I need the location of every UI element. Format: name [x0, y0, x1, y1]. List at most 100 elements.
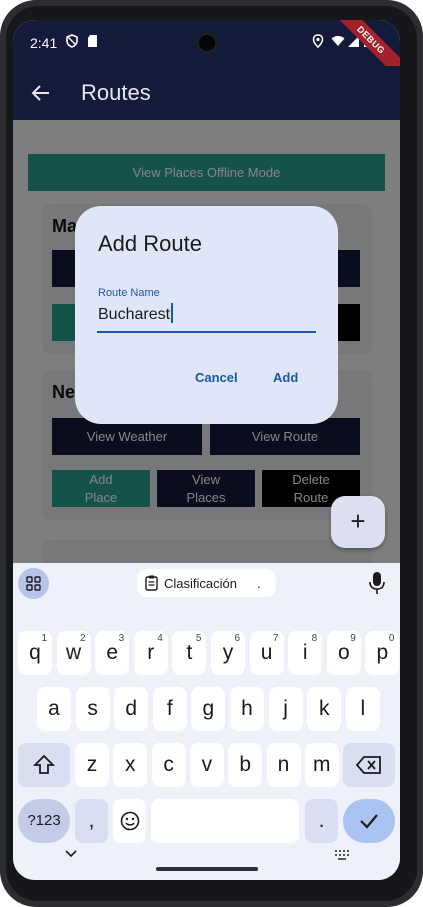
emoji-key[interactable]	[113, 799, 146, 843]
route-name-value: Bucharest	[98, 306, 171, 323]
key-j[interactable]: j	[268, 687, 303, 731]
key-g[interactable]: g	[191, 687, 226, 731]
key-l[interactable]: l	[345, 687, 380, 731]
key-t[interactable]: t5	[172, 631, 207, 675]
dialog-title: Add Route	[98, 231, 202, 256]
key-hint: 3	[118, 633, 125, 644]
key-label: f	[166, 697, 173, 720]
suggestion-chip[interactable]: Clasificación .	[137, 569, 276, 597]
key-label: z	[86, 753, 98, 776]
key-s[interactable]: s	[75, 687, 110, 731]
suggestion-extra: .	[257, 576, 261, 591]
apps-grid-icon[interactable]	[18, 568, 49, 599]
wifi-icon	[331, 36, 345, 46]
enter-key[interactable]	[343, 799, 395, 843]
key-label: y	[222, 641, 234, 664]
key-b[interactable]: b	[228, 743, 263, 787]
front-camera	[196, 32, 218, 54]
keyboard-switch-icon[interactable]	[334, 849, 350, 861]
add-route-dialog: Add Route Route Name Bucharest Cancel Ad…	[75, 206, 338, 424]
key-y[interactable]: y6	[211, 631, 245, 675]
key-d[interactable]: d	[114, 687, 149, 731]
key-hint: 5	[195, 633, 202, 644]
shield-icon	[66, 34, 78, 48]
location-icon	[312, 34, 324, 48]
backspace-key[interactable]	[343, 743, 395, 787]
keyboard-toolbar: Clasificación .	[13, 563, 400, 603]
key-hint: 8	[311, 633, 318, 644]
key-q[interactable]: q1	[18, 631, 52, 675]
route-name-label: Route Name	[98, 287, 160, 299]
app-bar: Routes	[13, 66, 400, 120]
key-label: o	[337, 641, 350, 664]
key-k[interactable]: k	[307, 687, 342, 731]
key-f[interactable]: f	[152, 687, 187, 731]
status-bar: 2:41 DEBUG	[13, 20, 400, 85]
key-i[interactable]: i8	[288, 631, 323, 675]
key-z[interactable]: z	[75, 743, 109, 787]
space-key[interactable]	[151, 799, 299, 843]
key-label: r	[147, 641, 155, 664]
suggestion-text: Clasificación	[164, 576, 237, 591]
home-indicator[interactable]	[156, 867, 258, 871]
sd-card-icon	[88, 35, 97, 47]
key-label: n	[277, 753, 290, 776]
page-title: Routes	[81, 80, 151, 105]
text-caret	[171, 303, 174, 323]
shift-icon	[33, 754, 55, 774]
key-r[interactable]: r4	[133, 631, 168, 675]
backspace-icon	[356, 756, 381, 774]
key-hint: 4	[157, 633, 163, 644]
keyboard-nav-bar	[13, 843, 400, 880]
route-name-input[interactable]: Bucharest	[98, 303, 174, 324]
key-w[interactable]: w2	[56, 631, 91, 675]
key-label: q	[29, 641, 41, 664]
key-label: k	[318, 697, 330, 720]
key-label: e	[106, 641, 119, 664]
key-o[interactable]: o9	[326, 631, 361, 675]
period-key[interactable]: .	[305, 799, 338, 843]
key-hint: 0	[388, 633, 395, 644]
shift-key[interactable]	[18, 743, 70, 787]
status-time: 2:41	[30, 35, 58, 51]
key-x[interactable]: x	[113, 743, 148, 787]
phone-screen: 2:41 DEBUG Routes View Places Offline Mo…	[13, 20, 400, 880]
key-hint: 6	[234, 633, 240, 644]
back-arrow-icon[interactable]	[29, 81, 53, 105]
key-v[interactable]: v	[189, 743, 224, 787]
input-underline	[97, 331, 316, 333]
hide-keyboard-chevron-icon[interactable]	[64, 849, 78, 859]
key-c[interactable]: c	[151, 743, 186, 787]
key-label: u	[260, 641, 273, 664]
key-label: x	[125, 753, 136, 776]
key-h[interactable]: h	[230, 687, 264, 731]
key-label: h	[241, 697, 253, 720]
add-route-fab[interactable]: +	[331, 496, 385, 548]
add-button[interactable]: Add	[273, 370, 298, 385]
key-label: j	[283, 697, 288, 720]
symbols-key[interactable]: ?123	[18, 799, 70, 843]
cancel-button[interactable]: Cancel	[195, 370, 238, 385]
key-hint: 7	[273, 633, 279, 644]
microphone-icon[interactable]	[369, 571, 385, 595]
key-a[interactable]: a	[37, 687, 71, 731]
key-label: b	[239, 753, 252, 776]
key-e[interactable]: e3	[95, 631, 130, 675]
key-m[interactable]: m	[304, 743, 339, 787]
key-label: s	[87, 697, 98, 720]
key-n[interactable]: n	[266, 743, 301, 787]
key-label: g	[202, 697, 215, 720]
key-label: m	[313, 753, 331, 776]
checkmark-icon	[360, 814, 378, 829]
key-label: t	[186, 641, 193, 664]
soft-keyboard: Clasificación . q1w2e3r4t5y6u7i8o9p0 asd…	[13, 563, 400, 880]
key-p[interactable]: p0	[365, 631, 400, 675]
key-hint: 1	[41, 633, 47, 644]
key-label: p	[376, 641, 389, 664]
key-u[interactable]: u7	[249, 631, 284, 675]
key-label: d	[125, 697, 138, 720]
key-label: a	[48, 697, 60, 720]
comma-key[interactable]: ,	[75, 799, 108, 843]
key-hint: 2	[80, 633, 86, 644]
key-label: w	[66, 641, 82, 664]
